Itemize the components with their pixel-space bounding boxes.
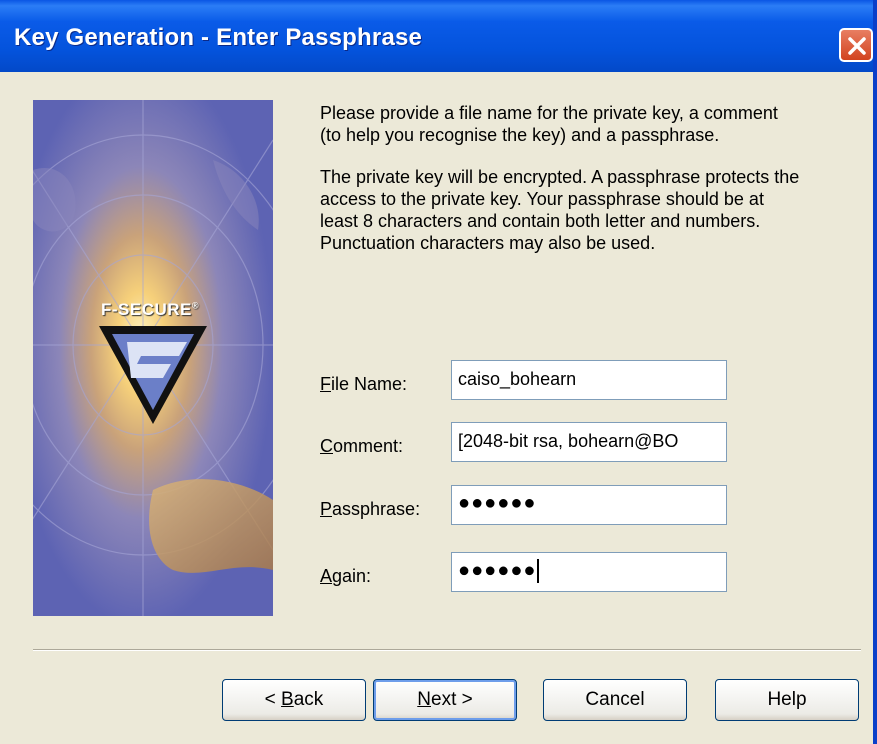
- button-divider: [33, 649, 861, 651]
- again-field[interactable]: ●●●●●●: [451, 552, 727, 592]
- dialog-window: Key Generation - Enter Passphrase F-SECU…: [0, 0, 877, 744]
- comment-field[interactable]: [2048-bit rsa, bohearn@BO: [451, 422, 727, 462]
- title-bar[interactable]: Key Generation - Enter Passphrase: [0, 0, 873, 72]
- instructions: Please provide a file name for the priva…: [320, 102, 800, 274]
- window-title: Key Generation - Enter Passphrase: [14, 24, 423, 51]
- comment-label: Comment:: [320, 436, 404, 456]
- close-button[interactable]: [839, 28, 873, 62]
- again-field-value: ●●●●●●: [458, 559, 537, 582]
- instructions-paragraph-2: The private key will be encrypted. A pas…: [320, 167, 800, 253]
- next-button[interactable]: Next >: [373, 679, 517, 721]
- again-label: Again:: [320, 566, 372, 586]
- brand-name: F-SECURE®: [101, 300, 200, 319]
- dialog-body: F-SECURE® Please provide a file name for…: [0, 72, 873, 744]
- wizard-side-image: F-SECURE®: [33, 100, 273, 616]
- file-name-label: File Name:: [320, 374, 408, 394]
- passphrase-label: Passphrase:: [320, 499, 421, 519]
- passphrase-field[interactable]: ●●●●●●: [451, 485, 727, 525]
- instructions-paragraph-1: Please provide a file name for the priva…: [320, 103, 778, 145]
- back-button[interactable]: < Back: [222, 679, 366, 721]
- close-icon: [848, 37, 866, 55]
- file-name-field[interactable]: caiso_bohearn: [451, 360, 727, 400]
- text-caret: [537, 559, 540, 583]
- help-button[interactable]: Help: [715, 679, 859, 721]
- f-secure-logo: [99, 326, 207, 424]
- cancel-button[interactable]: Cancel: [543, 679, 687, 721]
